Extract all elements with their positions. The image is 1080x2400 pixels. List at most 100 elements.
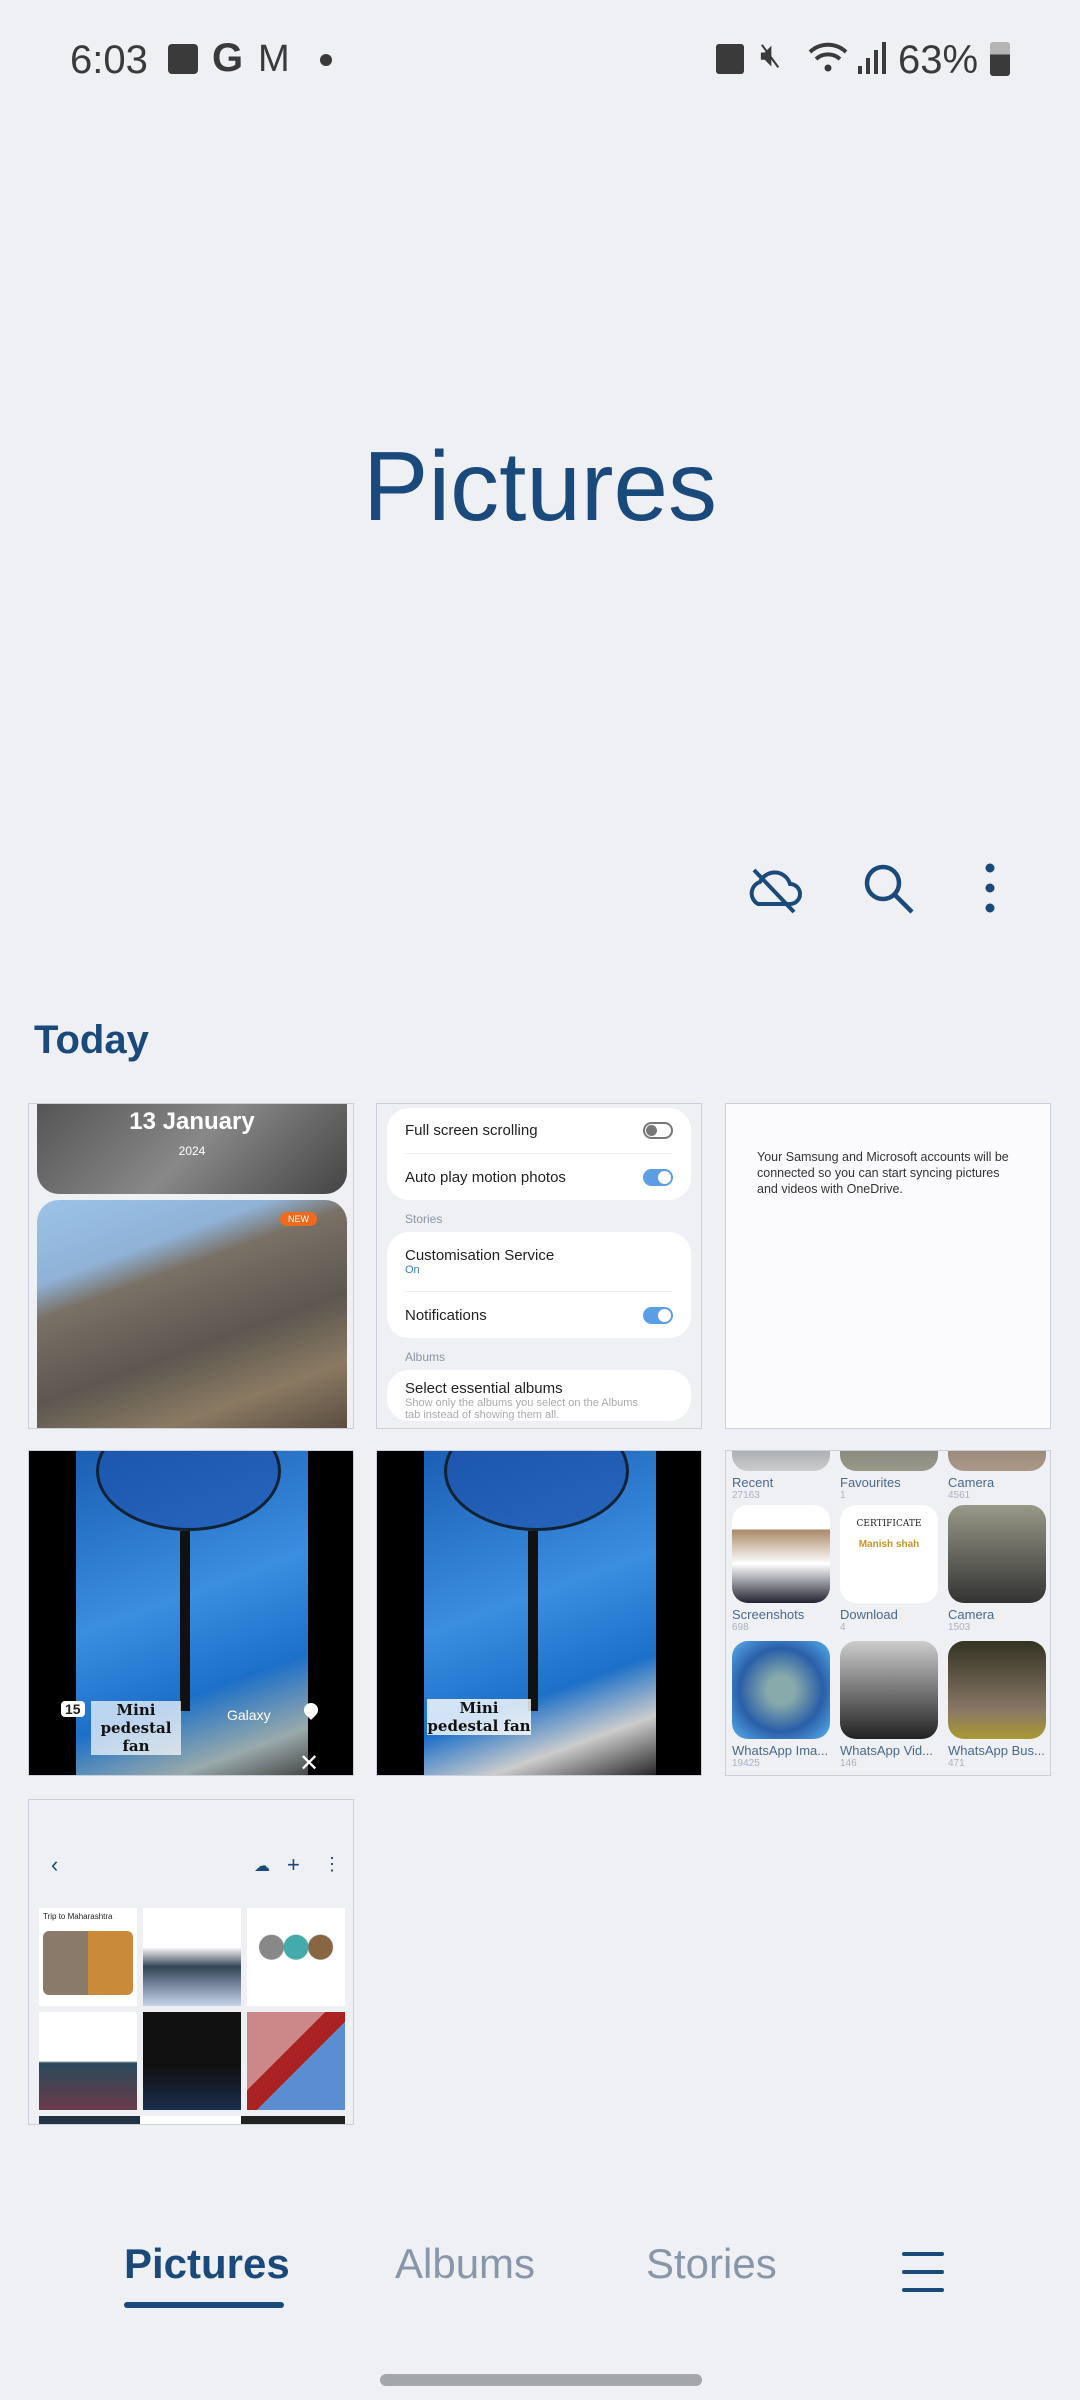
gallery-icon xyxy=(168,44,198,74)
album-thumbnail xyxy=(948,1451,1046,1471)
album-count: 1 xyxy=(840,1490,846,1501)
setting-label: Full screen scrolling xyxy=(405,1122,538,1139)
calendar-badge: 15 xyxy=(61,1701,85,1717)
screenshot-thumb: Trip to Maharashtra xyxy=(39,1908,137,2006)
building-photo: NEW xyxy=(37,1200,347,1428)
album-name: WhatsApp Ima... xyxy=(732,1743,829,1758)
album-count: 146 xyxy=(840,1758,857,1769)
album-name: Camera xyxy=(948,1607,995,1622)
close-icon: ✕ xyxy=(299,1750,320,1776)
section-today-label: Today xyxy=(34,1018,149,1062)
album-name: WhatsApp Bus... xyxy=(948,1743,1045,1758)
setting-label: Customisation Service xyxy=(405,1247,555,1264)
album-item: CERTIFICATE Manish shah Download 4 xyxy=(840,1505,938,1633)
cloud-off-icon: ☁ xyxy=(254,1858,270,1875)
album-thumbnail xyxy=(840,1451,938,1471)
screenshot-thumb xyxy=(247,1908,345,2006)
album-count: 698 xyxy=(732,1622,749,1633)
thumbnail-onedrive-screenshot[interactable]: Your Samsung and Microsoft accounts will… xyxy=(725,1103,1051,1429)
album-thumbnail xyxy=(732,1505,830,1603)
album-item: WhatsApp Bus... 471 xyxy=(948,1641,1046,1769)
album-thumbnail xyxy=(732,1451,830,1471)
album-thumbnail: CERTIFICATE Manish shah xyxy=(840,1505,938,1603)
screenshot-thumb xyxy=(143,1908,241,2006)
album-name: Recent xyxy=(732,1475,774,1490)
album-item: Screenshots 698 xyxy=(732,1505,830,1633)
section-label: Albums xyxy=(405,1350,446,1364)
album-count: 1503 xyxy=(948,1622,971,1633)
album-item: Favourites 1 xyxy=(840,1451,938,1501)
story-year: 2024 xyxy=(178,1144,206,1158)
dot-icon xyxy=(320,54,332,66)
status-time: 6:03 xyxy=(70,38,148,82)
album-name: Download xyxy=(840,1607,898,1622)
onedrive-text: Your Samsung and Microsoft accounts will… xyxy=(757,1150,1009,1196)
thumbnail-story[interactable]: 13 January 2024 NEW xyxy=(28,1103,354,1429)
screenshot-thumb xyxy=(247,2012,345,2110)
mute-icon: 🔇︎ xyxy=(760,36,782,74)
album-item: WhatsApp Vid... 146 xyxy=(840,1641,938,1769)
album-count: 471 xyxy=(948,1758,965,1769)
wifi-icon xyxy=(808,42,848,72)
album-title: Trip to Maharashtra xyxy=(43,1912,113,1921)
battery-percent: 63% xyxy=(898,38,979,82)
back-icon: ‹ xyxy=(51,1852,59,1877)
album-count: 19425 xyxy=(732,1758,760,1769)
screenshot-thumb xyxy=(39,2012,137,2110)
video-caption: Mini pedestal fan xyxy=(427,1699,531,1735)
search-icon[interactable] xyxy=(858,858,918,918)
toggle-icon xyxy=(643,1122,673,1139)
album-thumbnail xyxy=(948,1505,1046,1603)
tab-pictures[interactable]: Pictures xyxy=(124,2240,290,2288)
battery-icon xyxy=(990,42,1010,76)
fan-icon xyxy=(444,1451,629,1531)
cloud-off-icon[interactable] xyxy=(744,858,804,918)
setting-label: Auto play motion photos xyxy=(405,1168,566,1186)
album-item: Camera 1503 xyxy=(948,1505,1046,1633)
album-thumbnail xyxy=(948,1641,1046,1739)
album-item: WhatsApp Ima... 19425 xyxy=(732,1641,830,1769)
page-title: Pictures xyxy=(362,431,717,541)
album-name: WhatsApp Vid... xyxy=(840,1743,933,1758)
signal-icon xyxy=(858,42,886,74)
screenshot-thumb xyxy=(143,2012,241,2110)
thumbnail-fan-video-2[interactable]: Mini pedestal fan xyxy=(376,1450,702,1776)
album-name: Screenshots xyxy=(732,1607,805,1622)
new-badge: NEW xyxy=(280,1212,317,1226)
setting-label: Select essential albums xyxy=(405,1380,563,1397)
work-profile-icon xyxy=(716,44,744,74)
certificate-title: CERTIFICATE xyxy=(856,1519,922,1529)
gmail-icon: M xyxy=(258,38,290,80)
google-icon: G xyxy=(212,36,244,80)
more-vert-icon[interactable] xyxy=(960,858,1020,918)
album-count: 4561 xyxy=(948,1490,971,1501)
story-date: 13 January xyxy=(129,1108,255,1135)
more-vert-icon: ⋮ xyxy=(323,1854,341,1874)
thumbnail-fan-video-1[interactable]: 15 Mini pedestal fan Galaxy ✕ xyxy=(28,1450,354,1776)
album-item: Recent 27163 xyxy=(732,1451,830,1501)
setting-desc: Show only the albums you select on the A… xyxy=(405,1397,638,1421)
album-thumbnail xyxy=(732,1641,830,1739)
tab-stories[interactable]: Stories xyxy=(646,2240,777,2288)
status-bar: 6:03 G M 🔇︎ 63% xyxy=(0,36,1080,82)
album-count: 4 xyxy=(840,1622,846,1633)
album-thumbnail xyxy=(840,1641,938,1739)
toggle-icon xyxy=(643,1168,673,1186)
add-icon: + xyxy=(287,1852,300,1877)
album-name: Camera xyxy=(948,1475,995,1490)
thumbnail-album-view-screenshot[interactable]: ‹ ☁ + ⋮ Trip to Maharashtra xyxy=(28,1799,354,2125)
galaxy-watermark: Galaxy xyxy=(227,1707,271,1723)
setting-label: Notifications xyxy=(405,1306,487,1324)
hamburger-icon[interactable] xyxy=(900,2250,946,2294)
thumbnail-settings-screenshot[interactable]: Full screen scrolling Auto play motion p… xyxy=(376,1103,702,1429)
album-name: Favourites xyxy=(840,1475,901,1490)
active-tab-indicator xyxy=(124,2302,284,2308)
home-gesture-bar[interactable] xyxy=(380,2374,702,2386)
certificate-name: Manish shah xyxy=(858,1539,920,1550)
setting-value: On xyxy=(405,1264,420,1276)
thumbnail-albums-screenshot[interactable]: Recent 27163 Favourites 1 Camera 4561 Screensh… xyxy=(725,1450,1051,1776)
fan-icon xyxy=(96,1451,281,1531)
tab-albums[interactable]: Albums xyxy=(395,2240,535,2288)
album-item: Camera 4561 xyxy=(948,1451,1046,1501)
video-caption: Mini pedestal fan xyxy=(91,1701,181,1755)
